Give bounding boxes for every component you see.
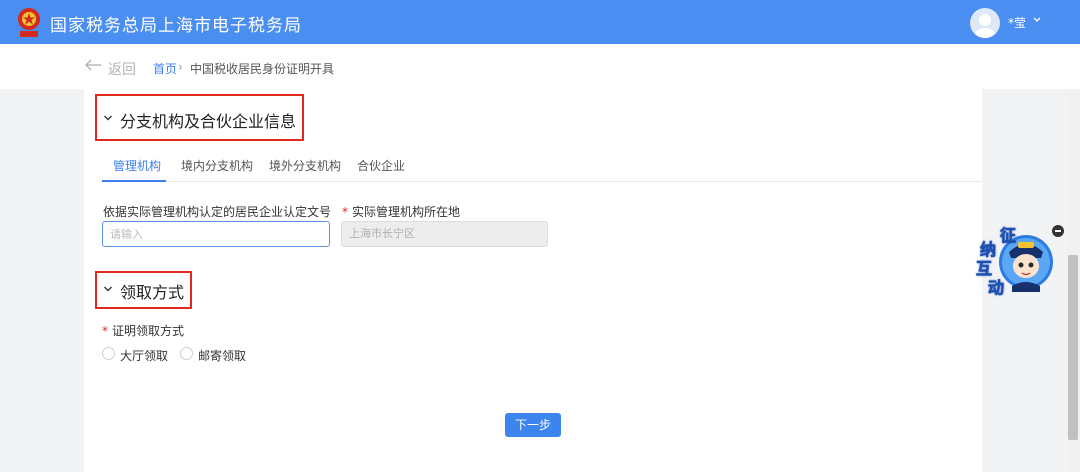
scrollbar-thumb[interactable] — [1068, 255, 1078, 440]
next-step-button[interactable]: 下一步 — [505, 413, 561, 437]
receive-method-label-text: 证明领取方式 — [112, 324, 185, 338]
tab-partnership[interactable]: 合伙企业 — [357, 157, 405, 174]
back-arrow-icon[interactable] — [84, 58, 102, 72]
mascot-char-1: 征 — [1000, 226, 1017, 246]
site-title[interactable]: 国家税务总局上海市电子税务局 — [50, 11, 302, 36]
tab-domestic-branch[interactable]: 境内分支机构 — [181, 157, 253, 174]
collapse-chevron-icon[interactable] — [103, 285, 113, 293]
tab-divider — [102, 181, 982, 182]
receive-method-label: * 证明领取方式 — [102, 322, 184, 339]
user-avatar-icon[interactable] — [970, 8, 1000, 38]
breadcrumb-current: 中国税收居民身份证明开具 — [190, 62, 335, 76]
doc-number-input[interactable] — [102, 221, 330, 247]
tab-overseas-branch[interactable]: 境外分支机构 — [269, 157, 341, 174]
breadcrumb-separator: › — [178, 60, 183, 74]
national-emblem-icon — [18, 8, 40, 37]
back-button[interactable]: 返回 — [108, 59, 136, 79]
mascot-char-4: 动 — [988, 278, 1005, 298]
user-name[interactable]: *莹 — [1008, 14, 1026, 31]
top-header-bar: 国家税务总局上海市电子税务局 *莹 — [0, 0, 1080, 44]
radio-mail-delivery[interactable] — [180, 347, 193, 360]
collapse-chevron-icon[interactable] — [103, 114, 113, 122]
radio-hall-pickup[interactable] — [102, 347, 115, 360]
section-title-receive: 领取方式 — [120, 283, 185, 302]
required-mark: * — [102, 324, 108, 338]
doc-number-label: 依据实际管理机构认定的居民企业认定文号 — [103, 205, 332, 219]
location-field: 上海市长宁区 — [341, 221, 548, 247]
required-mark: * — [342, 205, 348, 219]
radio-hall-pickup-label[interactable]: 大厅领取 — [120, 347, 168, 364]
chevron-down-icon[interactable] — [1032, 15, 1042, 25]
section-title-branch: 分支机构及合伙企业信息 — [120, 112, 297, 131]
minimize-widget-button[interactable] — [1052, 225, 1064, 237]
active-tab-indicator — [102, 180, 166, 182]
location-label: * 实际管理机构所在地 — [342, 203, 460, 220]
location-label-text: 实际管理机构所在地 — [352, 205, 461, 219]
interaction-mascot-widget[interactable]: 征 纳 互 动 — [974, 222, 1056, 298]
tab-management[interactable]: 管理机构 — [113, 157, 161, 174]
breadcrumb-home-link[interactable]: 首页 — [153, 60, 177, 77]
radio-mail-delivery-label[interactable]: 邮寄领取 — [198, 347, 246, 364]
